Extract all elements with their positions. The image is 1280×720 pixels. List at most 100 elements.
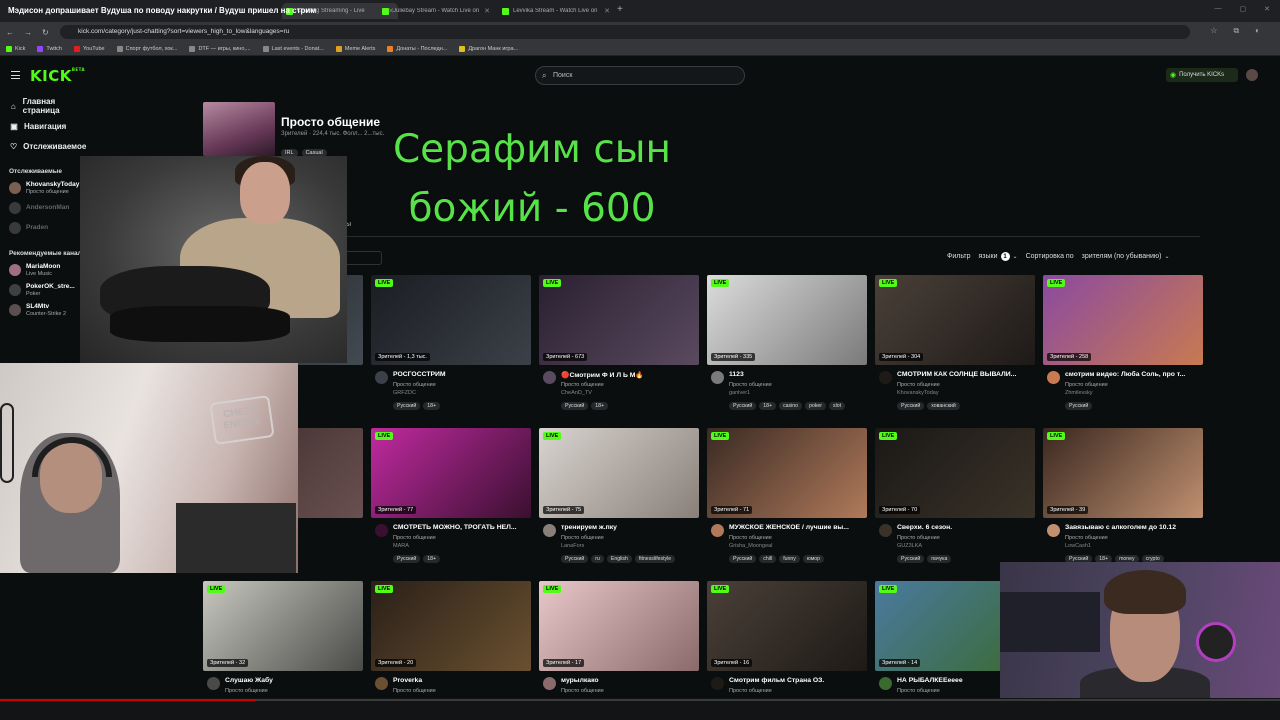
stream-tag[interactable]: 18+ (591, 402, 609, 410)
browser-tab[interactable]: Levvika Stream - Watch Live on ✕ (498, 3, 614, 19)
stream-category[interactable]: Просто общение (729, 688, 772, 694)
search-input[interactable]: ⌕ Поиск (535, 66, 745, 85)
stream-title[interactable]: Сверхи. 6 сезон. (897, 524, 1033, 531)
stream-title[interactable]: Завязываю с алкоголем до 10.12 (1065, 524, 1201, 531)
stream-tag[interactable]: юмор (802, 555, 825, 563)
stream-thumbnail[interactable]: LIVE Зрителей - 75 (539, 428, 699, 518)
stream-thumbnail[interactable]: LIVE Зрителей - 70 (875, 428, 1035, 518)
stream-title[interactable]: РОСГОССТРИМ (393, 371, 529, 378)
stream-card[interactable]: LIVE Зрителей - 77 СМОТРЕТЬ МОЖНО, ТРОГАТЬ… (371, 428, 531, 572)
stream-tag[interactable]: Русский (729, 555, 757, 563)
stream-category[interactable]: Просто общение (729, 382, 772, 388)
streamer-name[interactable]: GRFZDC (393, 390, 416, 396)
stream-card[interactable]: LIVE Зрителей - 75 тренируем ж.пку Просто о… (539, 428, 699, 572)
stream-category[interactable]: Просто общение (897, 688, 940, 694)
bookmark-item[interactable]: Спорт футбол, хок... (116, 45, 177, 52)
stream-tag[interactable]: Русский (561, 555, 589, 563)
stream-tag[interactable]: Русский (897, 555, 925, 563)
stream-title[interactable]: смотрим видео: Люба Соль, про т... (1065, 371, 1201, 378)
stream-tag[interactable]: Русский (393, 402, 421, 410)
bookmark-item[interactable]: Донаты - Последн... (387, 45, 447, 52)
streamer-avatar[interactable] (711, 524, 724, 537)
stream-card[interactable]: LIVE Зрителей - 258 смотрим видео: Люба Со… (1043, 275, 1203, 419)
sidebar-channel[interactable]: KhovanskyToday Просто общение (0, 178, 82, 198)
stream-category[interactable]: Просто общение (561, 688, 604, 694)
back-icon[interactable]: ← (6, 28, 14, 37)
stream-tag[interactable]: 18+ (423, 402, 441, 410)
stream-thumbnail[interactable]: LIVE Зрителей - 71 (707, 428, 867, 518)
forward-icon[interactable]: → (24, 28, 32, 37)
languages-dropdown[interactable]: языки 1 ⌄ (979, 252, 1018, 261)
stream-tag[interactable]: poker (805, 402, 827, 410)
stream-category[interactable]: Просто общение (729, 535, 772, 541)
stream-title[interactable]: Смотрим фильм Страна ОЗ. (729, 677, 865, 684)
url-field[interactable]: kick.com/category/just-chatting?sort=vie… (60, 25, 1190, 39)
stream-title[interactable]: СМОТРЕТЬ МОЖНО, ТРОГАТЬ НЕЛ... (393, 524, 529, 531)
stream-thumbnail[interactable]: LIVE Зрителей - 20 (371, 581, 531, 671)
streamer-name[interactable]: GUZ3LKA (897, 543, 922, 549)
stream-tag[interactable]: slot (829, 402, 846, 410)
bookmark-star-icon[interactable]: ☆ (1210, 26, 1217, 36)
stream-card[interactable]: LIVE Зрителей - 335 1123 Просто общение ganl… (707, 275, 867, 419)
profile-icon[interactable]: ◐ (1255, 26, 1260, 36)
streamer-name[interactable]: LanaFors (561, 543, 584, 549)
stream-tag[interactable]: хованский (927, 402, 960, 410)
streamer-avatar[interactable] (375, 677, 388, 690)
streamer-avatar[interactable] (711, 677, 724, 690)
streamer-avatar[interactable] (1047, 371, 1060, 384)
stream-thumbnail[interactable]: LIVE Зрителей - 17 (539, 581, 699, 671)
sidebar-channel[interactable]: SL4Mtv Counter-Strike 2 (0, 300, 82, 320)
streamer-name[interactable]: Zhmilevsky (1065, 390, 1093, 396)
stream-tag[interactable]: Русский (561, 402, 589, 410)
nav-home[interactable]: ⌂ Главная страница (0, 96, 82, 116)
streamer-name[interactable]: Grisha_Moongeal (729, 543, 772, 549)
video-progress-bar[interactable] (0, 699, 1280, 701)
stream-thumbnail[interactable]: LIVE Зрителей - 16 (707, 581, 867, 671)
bookmark-item[interactable]: Драгон Манк игра... (459, 45, 518, 52)
stream-category[interactable]: Просто общение (393, 535, 436, 541)
streamer-name[interactable]: LowCash1 (1065, 543, 1091, 549)
stream-category[interactable]: Просто общение (1065, 382, 1108, 388)
streamer-name[interactable]: ganlver1 (729, 390, 750, 396)
stream-title[interactable]: СМОТРИМ КАК СОЛНЦЕ ВЫВАЛИ... (897, 371, 1033, 378)
maximize-icon[interactable]: ▢ (1240, 5, 1247, 13)
menu-icon[interactable] (11, 71, 20, 79)
streamer-avatar[interactable] (207, 677, 220, 690)
stream-card[interactable]: LIVE Зрителей - 71 МУЖСКОЕ ЖЕНСКОЕ / лучши… (707, 428, 867, 572)
get-kicks-button[interactable]: ◉ Получить KICKs (1166, 68, 1238, 82)
stream-thumbnail[interactable]: LIVE Зрителей - 77 (371, 428, 531, 518)
bookmark-item[interactable]: Last events - Donat... (262, 45, 324, 52)
stream-title[interactable]: МУЖСКОЕ ЖЕНСКОЕ / лучшие вы... (729, 524, 865, 531)
bookmark-item[interactable]: Meme Alerts (335, 45, 375, 52)
stream-tag[interactable]: casino (779, 402, 803, 410)
stream-category[interactable]: Просто общение (225, 688, 268, 694)
stream-title[interactable]: тренируем ж.пку (561, 524, 697, 531)
stream-title[interactable]: 1123 (729, 371, 865, 378)
extensions-icon[interactable]: ⧉ (1233, 26, 1239, 36)
stream-category[interactable]: Просто общение (561, 535, 604, 541)
stream-thumbnail[interactable]: LIVE Зрителей - 32 (203, 581, 363, 671)
stream-tag[interactable]: English (606, 555, 632, 563)
minimize-icon[interactable]: — (1215, 5, 1222, 13)
stream-title[interactable]: Proverka (393, 677, 529, 684)
stream-tag[interactable]: chill (759, 555, 777, 563)
sidebar-channel[interactable]: MariaMoon Live Music (0, 260, 82, 280)
streamer-avatar[interactable] (543, 371, 556, 384)
nav-browse[interactable]: ▣ Навигация (0, 116, 82, 136)
close-window-icon[interactable]: ✕ (1264, 5, 1270, 13)
stream-category[interactable]: Просто общение (1065, 535, 1108, 541)
stream-tag[interactable]: ru (591, 555, 604, 563)
streamer-avatar[interactable] (375, 371, 388, 384)
stream-tag[interactable]: Русский (729, 402, 757, 410)
reload-icon[interactable]: ↻ (42, 28, 49, 37)
streamer-avatar[interactable] (879, 371, 892, 384)
stream-thumbnail[interactable]: LIVE Зрителей - 1,3 тыс. (371, 275, 531, 365)
stream-card[interactable]: LIVE Зрителей - 1,3 тыс. РОСГОССТРИМ Просто… (371, 275, 531, 419)
stream-card[interactable]: LIVE Зрителей - 39 Завязываю с алкоголем д… (1043, 428, 1203, 572)
stream-card[interactable]: LIVE Зрителей - 673 🔴Смотрим Ф И Л Ь М🔥 Про… (539, 275, 699, 419)
streamer-avatar[interactable] (543, 524, 556, 537)
browser-tab[interactable]: Juliebay Stream - Watch Live on ✕ (378, 3, 494, 19)
close-tab-icon[interactable]: ✕ (484, 7, 490, 15)
stream-card[interactable]: LIVE Зрителей - 70 Сверхи. 6 сезон. Просто … (875, 428, 1035, 572)
stream-tag[interactable]: Русский (897, 402, 925, 410)
